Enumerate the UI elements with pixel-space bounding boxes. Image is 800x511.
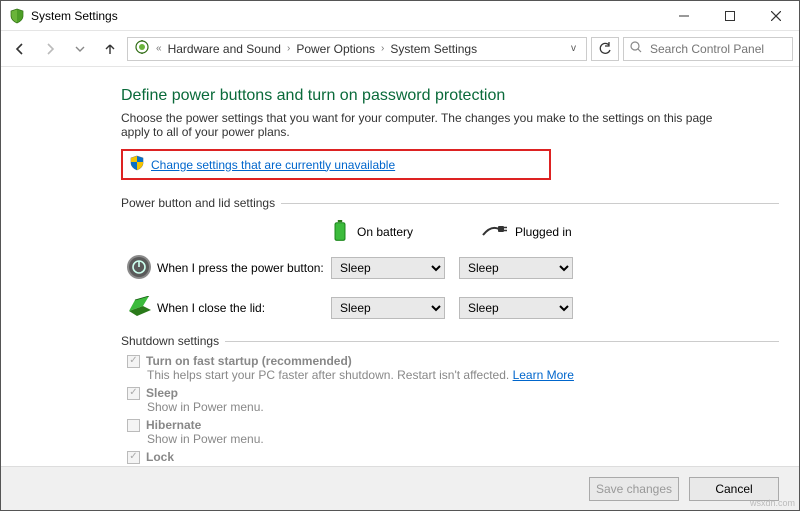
lock-label: Lock <box>146 450 174 464</box>
save-button: Save changes <box>589 477 679 501</box>
power-button-grid: On battery Plugged in <box>121 216 661 328</box>
battery-icon <box>331 220 349 245</box>
lid-row: When I close the lid: Sleep Sleep <box>121 288 661 328</box>
chevron-right-icon: › <box>285 43 292 54</box>
search-input[interactable] <box>648 41 800 57</box>
sleep-desc: Show in Power menu. <box>147 400 779 414</box>
lid-battery-select[interactable]: Sleep <box>331 297 445 319</box>
hibernate-desc: Show in Power menu. <box>147 432 779 446</box>
lock-item: ✓ Lock <box>127 450 779 464</box>
power-button-icon <box>126 254 152 283</box>
power-button-label: When I press the power button: <box>157 261 331 275</box>
recent-dropdown[interactable] <box>67 36 93 62</box>
up-button[interactable] <box>97 36 123 62</box>
shield-icon <box>9 8 25 24</box>
forward-button[interactable] <box>37 36 63 62</box>
hibernate-item: Hibernate Show in Power menu. <box>127 418 779 446</box>
breadcrumb-seg-0[interactable]: Hardware and Sound <box>168 42 281 56</box>
hibernate-checkbox <box>127 419 140 432</box>
maximize-button[interactable] <box>707 1 753 31</box>
close-button[interactable] <box>753 1 799 31</box>
shutdown-settings-list: ✓ Turn on fast startup (recommended) Thi… <box>121 354 779 464</box>
change-settings-link[interactable]: Change settings that are currently unava… <box>151 158 395 172</box>
breadcrumb-root-chev[interactable]: « <box>154 43 164 54</box>
plug-icon <box>481 223 507 242</box>
on-battery-label: On battery <box>357 225 413 239</box>
refresh-button[interactable] <box>591 37 619 61</box>
lock-checkbox: ✓ <box>127 451 140 464</box>
power-button-plugged-select[interactable]: Sleep <box>459 257 573 279</box>
cancel-button[interactable]: Cancel <box>689 477 779 501</box>
uac-shield-icon <box>129 155 145 174</box>
fast-startup-label: Turn on fast startup (recommended) <box>146 354 352 368</box>
back-button[interactable] <box>7 36 33 62</box>
chevron-right-icon: › <box>379 43 386 54</box>
window: System Settings <box>0 0 800 511</box>
breadcrumb-seg-1[interactable]: Power Options <box>296 42 375 56</box>
power-options-icon <box>134 39 150 58</box>
lid-plugged-select[interactable]: Sleep <box>459 297 573 319</box>
lid-icon <box>125 296 153 321</box>
minimize-button[interactable] <box>661 1 707 31</box>
sleep-label: Sleep <box>146 386 178 400</box>
change-settings-highlight: Change settings that are currently unava… <box>121 149 551 180</box>
fast-startup-checkbox: ✓ <box>127 355 140 368</box>
power-button-battery-select[interactable]: Sleep <box>331 257 445 279</box>
hibernate-label: Hibernate <box>146 418 201 432</box>
address-bar[interactable]: « Hardware and Sound › Power Options › S… <box>127 37 587 61</box>
sleep-checkbox: ✓ <box>127 387 140 400</box>
window-title: System Settings <box>31 9 118 23</box>
page-intro: Choose the power settings that you want … <box>121 111 741 139</box>
power-button-row: When I press the power button: Sleep Sle… <box>121 248 661 288</box>
footer: Save changes Cancel <box>1 466 799 510</box>
search-icon <box>630 41 642 56</box>
watermark: wsxdn.com <box>750 498 795 508</box>
content-area: Define power buttons and turn on passwor… <box>1 67 799 510</box>
power-button-section-title: Power button and lid settings <box>121 196 779 210</box>
navbar: « Hardware and Sound › Power Options › S… <box>1 31 799 67</box>
lid-label: When I close the lid: <box>157 301 331 315</box>
plugged-in-label: Plugged in <box>515 225 572 239</box>
fast-startup-item: ✓ Turn on fast startup (recommended) Thi… <box>127 354 779 382</box>
shutdown-section-title: Shutdown settings <box>121 334 779 348</box>
breadcrumb-seg-2[interactable]: System Settings <box>390 42 477 56</box>
learn-more-link[interactable]: Learn More <box>513 368 574 382</box>
address-dropdown[interactable]: v <box>565 43 582 54</box>
search-box[interactable] <box>623 37 793 61</box>
fast-startup-desc: This helps start your PC faster after sh… <box>147 368 509 382</box>
window-controls <box>661 1 799 31</box>
sleep-item: ✓ Sleep Show in Power menu. <box>127 386 779 414</box>
titlebar: System Settings <box>1 1 799 31</box>
page-title: Define power buttons and turn on passwor… <box>121 87 779 105</box>
